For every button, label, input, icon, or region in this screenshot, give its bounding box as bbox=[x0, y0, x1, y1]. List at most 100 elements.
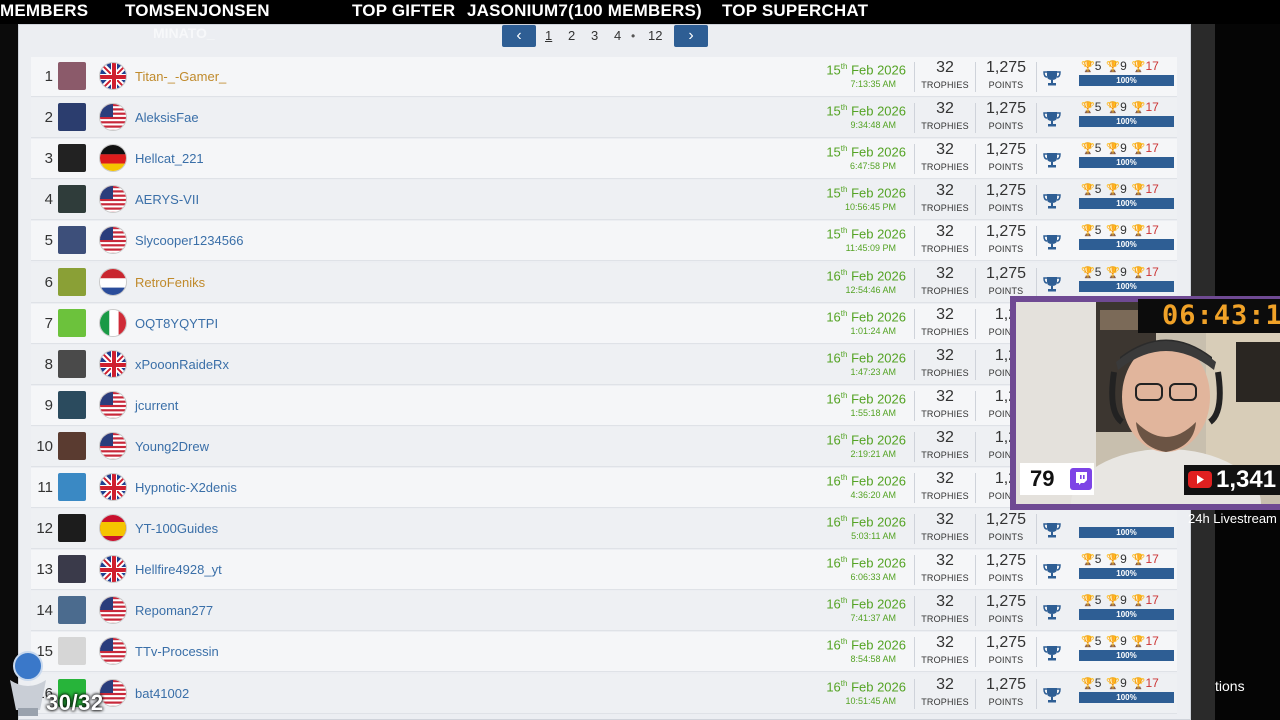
gold-count: 5 bbox=[1094, 593, 1102, 608]
next-page-button[interactable]: › bbox=[674, 25, 708, 47]
completion-bar: 100% bbox=[1079, 116, 1174, 128]
date-day: 15 bbox=[826, 185, 841, 201]
silver-trophy-icon: 🏆 bbox=[1106, 102, 1121, 115]
country-flag-icon bbox=[99, 62, 127, 90]
bronze-count: 17 bbox=[1145, 675, 1159, 690]
page-link-12[interactable]: 12 bbox=[648, 28, 662, 43]
bronze-count: 17 bbox=[1145, 223, 1159, 238]
top-gifter-label: TOP GIFTER bbox=[352, 1, 456, 20]
avatar[interactable] bbox=[58, 308, 86, 337]
avatar[interactable] bbox=[58, 637, 86, 666]
country-flag-icon bbox=[99, 267, 127, 296]
username-link[interactable]: Slycooper1234566 bbox=[135, 233, 243, 248]
page-link-3[interactable]: 3 bbox=[591, 28, 598, 43]
username-link[interactable]: jcurrent bbox=[135, 398, 178, 413]
page-link-1[interactable]: 1 bbox=[545, 28, 552, 43]
avatar[interactable] bbox=[58, 267, 86, 296]
avatar[interactable] bbox=[58, 431, 86, 460]
silver-trophy-icon: 🏆 bbox=[1106, 184, 1121, 197]
completion-bar: 100% bbox=[1079, 650, 1174, 662]
earned-date: 16th Feb 2026 bbox=[801, 637, 906, 652]
table-row: 12 YT-100Guides 16th Feb 2026 5:03:11 AM 32 T… bbox=[31, 509, 1177, 550]
username-link[interactable]: xPooonRaideRx bbox=[135, 357, 229, 372]
trophies-label: TROPHIES bbox=[921, 80, 969, 90]
trophy-count: 32 bbox=[936, 59, 954, 76]
trophy-breakdown: 🏆5 🏆9 🏆17 bbox=[1081, 552, 1164, 566]
trophy-cup-icon[interactable] bbox=[1043, 603, 1061, 621]
username-link[interactable]: AleksisFae bbox=[135, 110, 199, 125]
avatar[interactable] bbox=[58, 390, 86, 419]
trophy-cup-icon[interactable] bbox=[1043, 233, 1061, 251]
prev-page-button[interactable]: ‹ bbox=[502, 25, 536, 47]
date-day: 16 bbox=[826, 391, 841, 407]
pagination: ‹ 1 2 3 4 • 12 › bbox=[502, 25, 709, 47]
points-label: POINTS bbox=[988, 121, 1024, 132]
date-month-year: Feb 2026 bbox=[847, 473, 906, 489]
silver-count: 9 bbox=[1120, 264, 1127, 279]
country-flag-icon bbox=[99, 390, 127, 419]
username-link[interactable]: bat41002 bbox=[135, 686, 189, 701]
bronze-trophy-icon: 🏆 bbox=[1131, 184, 1146, 197]
gold-count: 5 bbox=[1094, 141, 1102, 156]
rank-number: 14 bbox=[36, 602, 53, 620]
trophy-breakdown: 🏆5 🏆9 🏆17 bbox=[1081, 141, 1164, 155]
username-link[interactable]: Titan-_-Gamer_ bbox=[135, 69, 226, 84]
username-link[interactable]: Hypnotic-X2denis bbox=[135, 480, 237, 495]
username-link[interactable]: AERYS-VII bbox=[135, 192, 199, 207]
page-link-2[interactable]: 2 bbox=[568, 28, 575, 43]
earned-time: 10:51:45 AM bbox=[845, 695, 896, 706]
table-row: 16 bat41002 16th Feb 2026 10:51:45 AM 32 TROP… bbox=[31, 673, 1177, 714]
username-link[interactable]: RetroFeniks bbox=[135, 275, 205, 290]
username-link[interactable]: Hellcat_221 bbox=[135, 151, 204, 166]
date-month-year: Feb 2026 bbox=[847, 678, 906, 694]
bronze-trophy-icon: 🏆 bbox=[1131, 595, 1146, 608]
trophy-cup-icon[interactable] bbox=[1043, 275, 1061, 293]
username-link[interactable]: Young2Drew bbox=[135, 439, 209, 454]
avatar[interactable] bbox=[58, 596, 86, 625]
avatar[interactable] bbox=[58, 514, 86, 543]
avatar[interactable] bbox=[58, 185, 86, 214]
options-text: tions bbox=[1215, 678, 1245, 694]
date-day: 16 bbox=[826, 596, 841, 612]
rank-number: 5 bbox=[44, 232, 53, 250]
bronze-count: 17 bbox=[1145, 59, 1159, 73]
trophy-cup-icon[interactable] bbox=[1043, 521, 1061, 539]
trophy-cup-icon[interactable] bbox=[1043, 69, 1061, 87]
bronze-count: 17 bbox=[1145, 634, 1159, 649]
trophy-count: 32 bbox=[936, 552, 954, 570]
member-name: TOMSENJONSEN bbox=[125, 1, 270, 20]
trophy-cup-icon[interactable] bbox=[1043, 644, 1061, 662]
username-link[interactable]: YT-100Guides bbox=[135, 521, 218, 536]
avatar[interactable] bbox=[58, 62, 86, 90]
rank-number: 8 bbox=[44, 355, 53, 373]
avatar[interactable] bbox=[58, 226, 86, 255]
trophy-cup-icon[interactable] bbox=[1043, 110, 1061, 128]
username-link[interactable]: Hellfire4928_yt bbox=[135, 562, 222, 577]
avatar[interactable] bbox=[58, 144, 86, 173]
earned-time: 7:13:35 AM bbox=[850, 79, 896, 89]
earned-date: 16th Feb 2026 bbox=[801, 679, 906, 694]
date-day: 15 bbox=[826, 226, 841, 242]
gold-trophy-icon: 🏆 bbox=[1081, 184, 1095, 197]
avatar[interactable] bbox=[58, 555, 86, 584]
username-link[interactable]: OQT8YQYTPI bbox=[135, 316, 218, 331]
date-day: 16 bbox=[826, 267, 841, 283]
page-link-4[interactable]: 4 bbox=[614, 28, 621, 43]
completion-bar: 100% bbox=[1079, 75, 1174, 86]
top-gifter-value: JASONIUM7(100 MEMBERS) bbox=[467, 1, 702, 20]
trophy-cup-icon[interactable] bbox=[1043, 562, 1061, 580]
username-link[interactable]: TTv-Processin bbox=[135, 644, 219, 659]
trophy-cup-icon[interactable] bbox=[1043, 686, 1061, 704]
trophy-count: 32 bbox=[936, 223, 954, 241]
rank-number: 4 bbox=[44, 191, 53, 209]
trophy-count: 32 bbox=[936, 428, 954, 446]
trophies-label: TROPHIES bbox=[921, 408, 969, 419]
points-value: 1,275 bbox=[985, 593, 1027, 611]
trophy-cup-icon[interactable] bbox=[1043, 192, 1061, 210]
avatar[interactable] bbox=[58, 473, 86, 501]
avatar[interactable] bbox=[58, 349, 86, 378]
username-link[interactable]: Repoman277 bbox=[135, 603, 213, 618]
avatar[interactable] bbox=[58, 103, 86, 132]
trophy-cup-icon[interactable] bbox=[1043, 151, 1061, 169]
points-label: POINTS bbox=[988, 655, 1024, 666]
